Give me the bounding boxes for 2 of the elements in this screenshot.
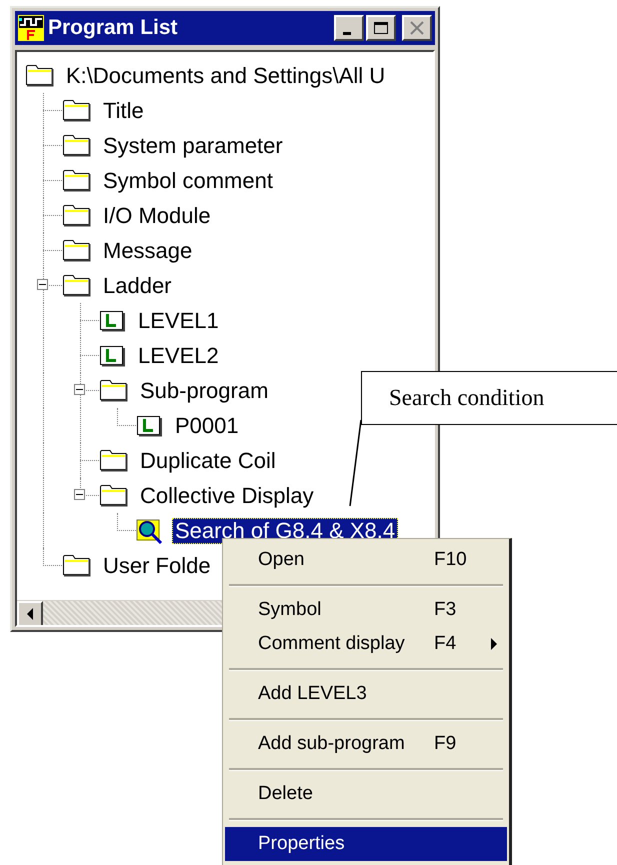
callout-label: Search condition — [361, 371, 617, 425]
window-title: Program List — [48, 16, 179, 40]
